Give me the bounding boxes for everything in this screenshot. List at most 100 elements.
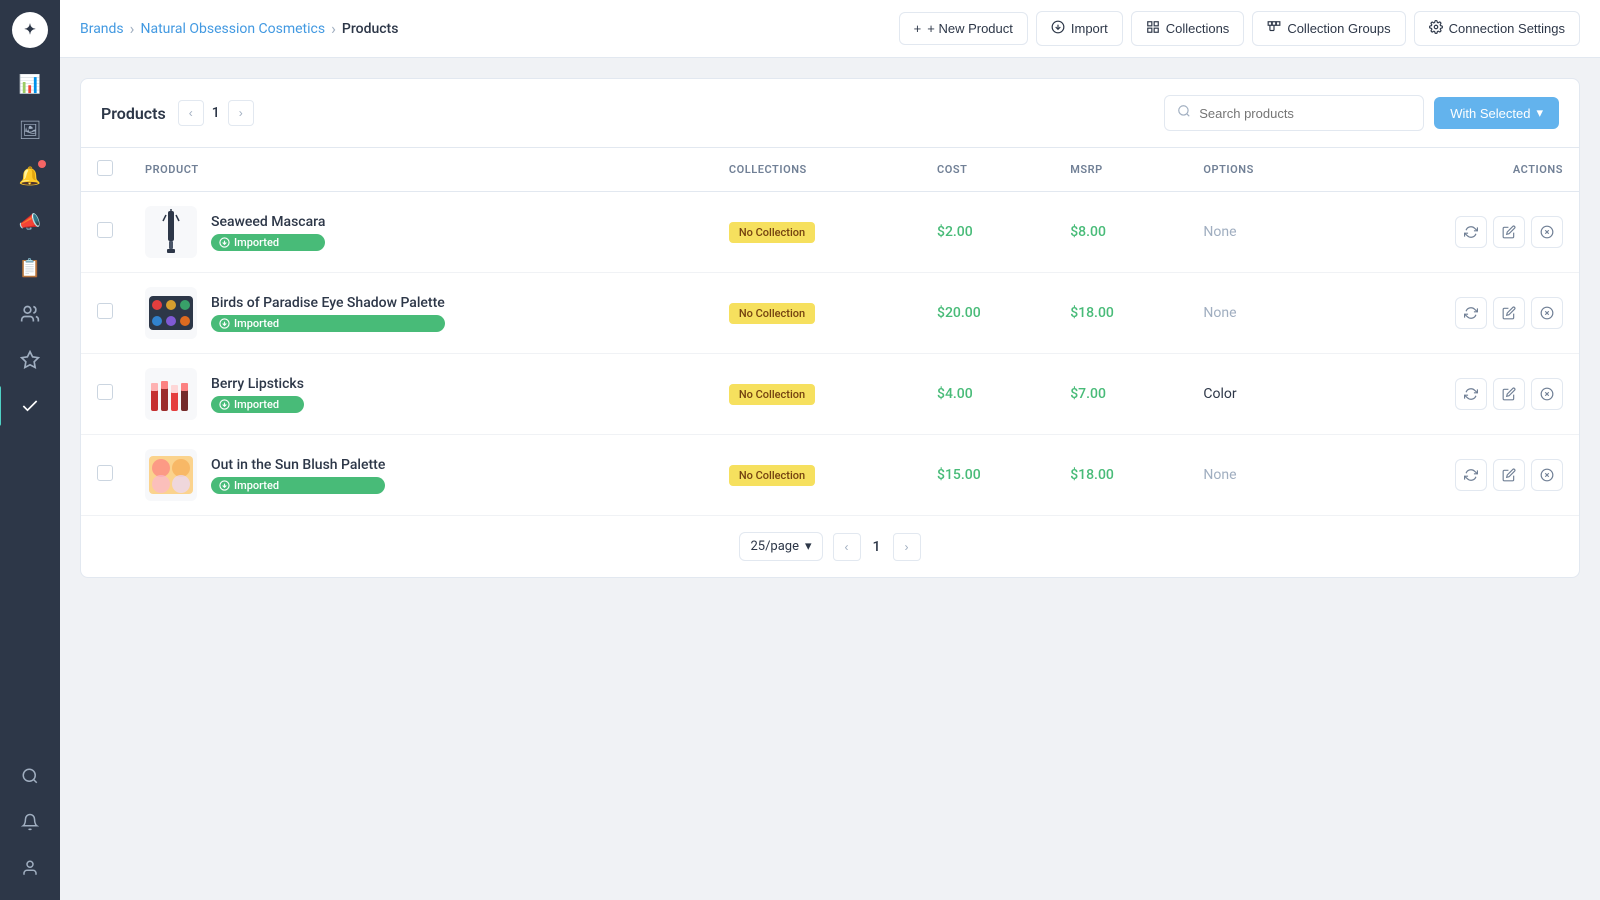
collections-label: Collections bbox=[1166, 21, 1230, 36]
collections-button[interactable]: Collections bbox=[1131, 11, 1245, 46]
row-checkbox-1[interactable] bbox=[97, 303, 113, 319]
row-msrp-cell-0: $8.00 bbox=[1054, 192, 1187, 273]
sidebar-checkmark-icon[interactable] bbox=[10, 386, 50, 426]
topnav: Brands › Natural Obsession Cosmetics › P… bbox=[60, 0, 1600, 58]
pagination-prev-button[interactable]: ‹ bbox=[833, 533, 861, 561]
sidebar-item-dashboard[interactable]: 📊 bbox=[10, 64, 50, 104]
sidebar-search-icon[interactable] bbox=[10, 756, 50, 796]
product-thumbnail-0 bbox=[145, 206, 197, 258]
import-button[interactable]: Import bbox=[1036, 11, 1123, 46]
sidebar-user-icon[interactable] bbox=[10, 848, 50, 888]
sync-button-3[interactable] bbox=[1455, 459, 1487, 491]
product-info-0: Seaweed Mascara Imported bbox=[211, 214, 325, 251]
breadcrumb-brands[interactable]: Brands bbox=[80, 21, 124, 37]
row-checkbox-3[interactable] bbox=[97, 465, 113, 481]
new-product-label: + New Product bbox=[927, 21, 1013, 36]
row-cost-cell-0: $2.00 bbox=[921, 192, 1054, 273]
product-info-1: Birds of Paradise Eye Shadow Palette Imp… bbox=[211, 295, 445, 332]
search-input[interactable] bbox=[1199, 106, 1411, 121]
prev-page-button[interactable]: ‹ bbox=[178, 100, 204, 126]
sidebar-bell-icon[interactable] bbox=[10, 802, 50, 842]
edit-button-0[interactable] bbox=[1493, 216, 1525, 248]
collection-groups-button[interactable]: Collection Groups bbox=[1252, 11, 1405, 46]
with-selected-chevron: ▾ bbox=[1536, 105, 1543, 121]
header-collections: COLLECTIONS bbox=[713, 148, 921, 192]
row-collection-cell-1: No Collection bbox=[713, 273, 921, 354]
sync-button-1[interactable] bbox=[1455, 297, 1487, 329]
row-collection-cell-3: No Collection bbox=[713, 435, 921, 516]
sidebar-item-notifications[interactable]: 🔔 bbox=[10, 156, 50, 196]
per-page-select[interactable]: 25/page ▾ bbox=[739, 532, 822, 561]
no-collection-badge-0: No Collection bbox=[729, 222, 815, 243]
edit-button-1[interactable] bbox=[1493, 297, 1525, 329]
row-collection-cell-2: No Collection bbox=[713, 354, 921, 435]
with-selected-button[interactable]: With Selected ▾ bbox=[1434, 97, 1559, 129]
product-name-0: Seaweed Mascara bbox=[211, 214, 325, 230]
header-product: PRODUCT bbox=[129, 148, 713, 192]
edit-button-3[interactable] bbox=[1493, 459, 1525, 491]
panel-header: Products ‹ 1 › bbox=[81, 79, 1579, 148]
select-all-checkbox[interactable] bbox=[97, 160, 113, 176]
sync-button-0[interactable] bbox=[1455, 216, 1487, 248]
collection-groups-icon bbox=[1267, 20, 1281, 37]
sidebar-item-campaigns[interactable]: 📣 bbox=[10, 202, 50, 242]
row-msrp-cell-1: $18.00 bbox=[1054, 273, 1187, 354]
active-bar bbox=[0, 386, 1, 426]
table-row: Birds of Paradise Eye Shadow Palette Imp… bbox=[81, 273, 1579, 354]
connection-settings-button[interactable]: Connection Settings bbox=[1414, 11, 1580, 46]
row-options-cell-1: None bbox=[1187, 273, 1332, 354]
delete-button-2[interactable] bbox=[1531, 378, 1563, 410]
row-collection-cell-0: No Collection bbox=[713, 192, 921, 273]
imported-badge-0: Imported bbox=[211, 234, 325, 251]
import-label: Import bbox=[1071, 21, 1108, 36]
new-product-button[interactable]: + + New Product bbox=[899, 12, 1028, 45]
row-checkbox-cell-2 bbox=[81, 354, 129, 435]
next-page-button[interactable]: › bbox=[228, 100, 254, 126]
page-nav: ‹ 1 › bbox=[833, 533, 921, 561]
current-page-display: 1 bbox=[212, 105, 220, 121]
sync-button-2[interactable] bbox=[1455, 378, 1487, 410]
panel-nav: ‹ 1 › bbox=[178, 100, 254, 126]
app-logo[interactable]: ✦ bbox=[12, 12, 48, 48]
sidebar-item-favorites[interactable] bbox=[10, 340, 50, 380]
delete-button-0[interactable] bbox=[1531, 216, 1563, 248]
header-checkbox-cell bbox=[81, 148, 129, 192]
search-box bbox=[1164, 95, 1424, 131]
row-cost-cell-1: $20.00 bbox=[921, 273, 1054, 354]
table-row: Berry Lipsticks Imported No Collectio bbox=[81, 354, 1579, 435]
product-thumbnail-1 bbox=[145, 287, 197, 339]
edit-button-2[interactable] bbox=[1493, 378, 1525, 410]
row-actions-cell-0 bbox=[1333, 192, 1579, 273]
pagination-next-button[interactable]: › bbox=[893, 533, 921, 561]
sidebar-item-users[interactable] bbox=[10, 294, 50, 334]
imported-badge-2: Imported bbox=[211, 396, 304, 413]
row-checkbox-cell-0 bbox=[81, 192, 129, 273]
pagination-page-num: 1 bbox=[867, 539, 887, 555]
row-product-cell-1: Birds of Paradise Eye Shadow Palette Imp… bbox=[129, 273, 713, 354]
row-options-cell-3: None bbox=[1187, 435, 1332, 516]
topnav-actions: + + New Product Import bbox=[899, 11, 1580, 46]
panel-title: Products bbox=[101, 104, 166, 123]
breadcrumb-sep-1: › bbox=[130, 19, 135, 38]
no-collection-badge-1: No Collection bbox=[729, 303, 815, 324]
row-checkbox-2[interactable] bbox=[97, 384, 113, 400]
pagination: 25/page ▾ ‹ 1 › bbox=[81, 515, 1579, 577]
sidebar-item-orders[interactable]: 📋 bbox=[10, 248, 50, 288]
with-selected-label: With Selected bbox=[1450, 106, 1530, 121]
product-name-2: Berry Lipsticks bbox=[211, 376, 304, 392]
delete-button-1[interactable] bbox=[1531, 297, 1563, 329]
header-options: OPTIONS bbox=[1187, 148, 1332, 192]
breadcrumb-brand-name[interactable]: Natural Obsession Cosmetics bbox=[140, 21, 325, 37]
sidebar-item-products[interactable] bbox=[10, 386, 50, 426]
row-cost-cell-2: $4.00 bbox=[921, 354, 1054, 435]
plus-icon: + bbox=[914, 21, 922, 36]
row-actions-cell-1 bbox=[1333, 273, 1579, 354]
product-thumbnail-2 bbox=[145, 368, 197, 420]
sidebar-item-images[interactable]: 🖼 bbox=[10, 110, 50, 150]
collection-groups-label: Collection Groups bbox=[1287, 21, 1390, 36]
delete-button-3[interactable] bbox=[1531, 459, 1563, 491]
row-msrp-cell-2: $7.00 bbox=[1054, 354, 1187, 435]
row-checkbox-0[interactable] bbox=[97, 222, 113, 238]
products-table-wrap: PRODUCT COLLECTIONS COST MSRP OPTIONS AC… bbox=[81, 148, 1579, 515]
table-row: Seaweed Mascara Imported No Collectio bbox=[81, 192, 1579, 273]
